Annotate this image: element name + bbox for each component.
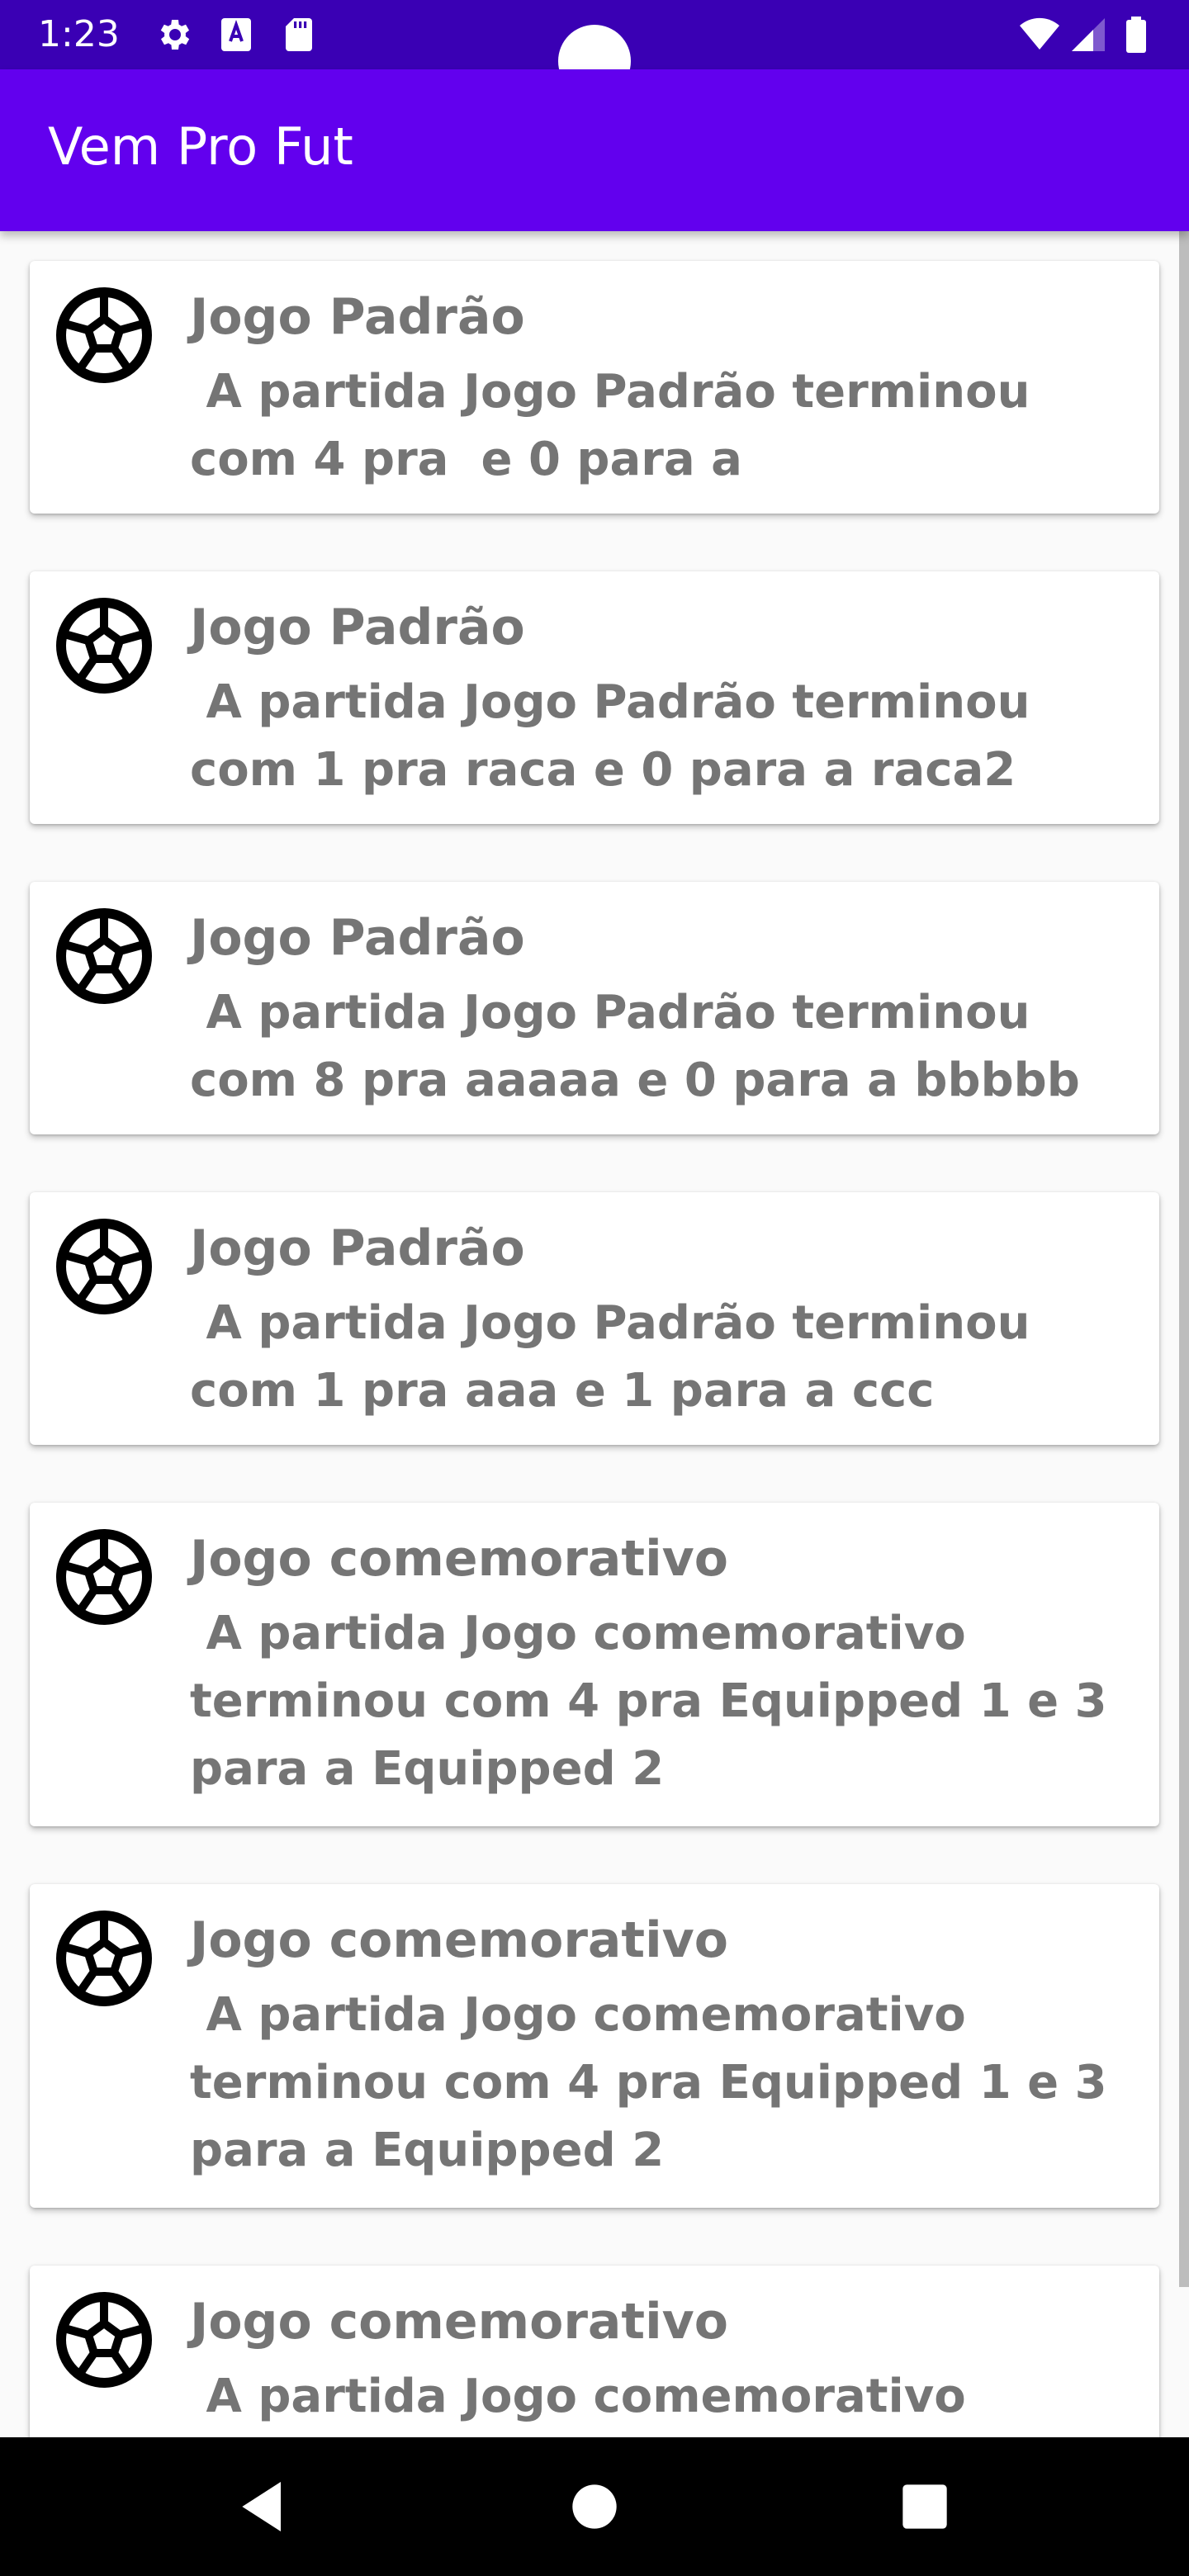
app-title: Vem Pro Fut [48,116,353,177]
match-result-message: A partida Jogo comemorativo terminou com… [190,1607,1107,1796]
soccer-ball-icon [54,2290,154,2389]
status-time: 1:23 [38,13,120,55]
match-card[interactable]: Jogo Padrão A partida Jogo Padrão termin… [30,1192,1159,1445]
match-result-message: A partida Jogo comemorativo terminou com… [190,1988,1107,2177]
match-title: Jogo comemorativo [190,1530,729,1588]
status-bar: 1:23 [0,0,1189,97]
soccer-ball-icon [54,596,154,695]
gear-icon [160,20,190,50]
match-result-message: A partida Jogo Padrão terminou com 1 pra… [190,1296,1030,1418]
match-result-message: A partida Jogo comemorativo terminou com… [206,2370,966,2423]
soccer-ball-icon [54,286,154,385]
match-result-message: A partida Jogo Padrão terminou com 4 pra… [190,365,1030,486]
soccer-ball-icon [54,1909,154,2008]
soccer-ball-icon [54,907,154,1006]
match-title: Jogo Padrão [190,599,525,656]
app-bar: Vem Pro Fut [0,69,1189,231]
match-title: Jogo Padrão [190,909,525,967]
scrollbar[interactable] [1179,231,1189,2287]
match-result-message: A partida Jogo Padrão terminou com 8 pra… [190,986,1080,1107]
match-title: Jogo Padrão [190,288,525,346]
match-title: Jogo Padrão [190,1219,525,1277]
a-badge-icon [221,18,251,51]
match-card[interactable]: Jogo comemorativo A partida Jogo comemor… [30,2266,1159,2437]
sd-card-icon [286,18,312,51]
home-icon[interactable] [561,2474,628,2540]
match-card[interactable]: Jogo Padrão A partida Jogo Padrão termin… [30,571,1159,824]
signal-icon [1072,18,1105,51]
match-list[interactable]: Jogo Padrão A partida Jogo Padrão termin… [0,231,1189,2437]
recents-icon[interactable] [892,2474,958,2540]
match-title: Jogo comemorativo [190,1911,729,1969]
match-card[interactable]: Jogo comemorativo A partida Jogo comemor… [30,1503,1159,1826]
match-result-message: A partida Jogo Padrão terminou com 1 pra… [190,675,1030,797]
wifi-icon [1020,17,1059,50]
match-card[interactable]: Jogo comemorativo A partida Jogo comemor… [30,1884,1159,2208]
match-card[interactable]: Jogo Padrão A partida Jogo Padrão termin… [30,261,1159,514]
back-icon[interactable] [231,2474,297,2540]
match-card[interactable]: Jogo Padrão A partida Jogo Padrão termin… [30,882,1159,1134]
soccer-ball-icon [54,1217,154,1316]
match-title: Jogo comemorativo [190,2293,729,2351]
battery-icon [1126,17,1146,53]
soccer-ball-icon [54,1527,154,1627]
navigation-bar [0,2437,1189,2576]
